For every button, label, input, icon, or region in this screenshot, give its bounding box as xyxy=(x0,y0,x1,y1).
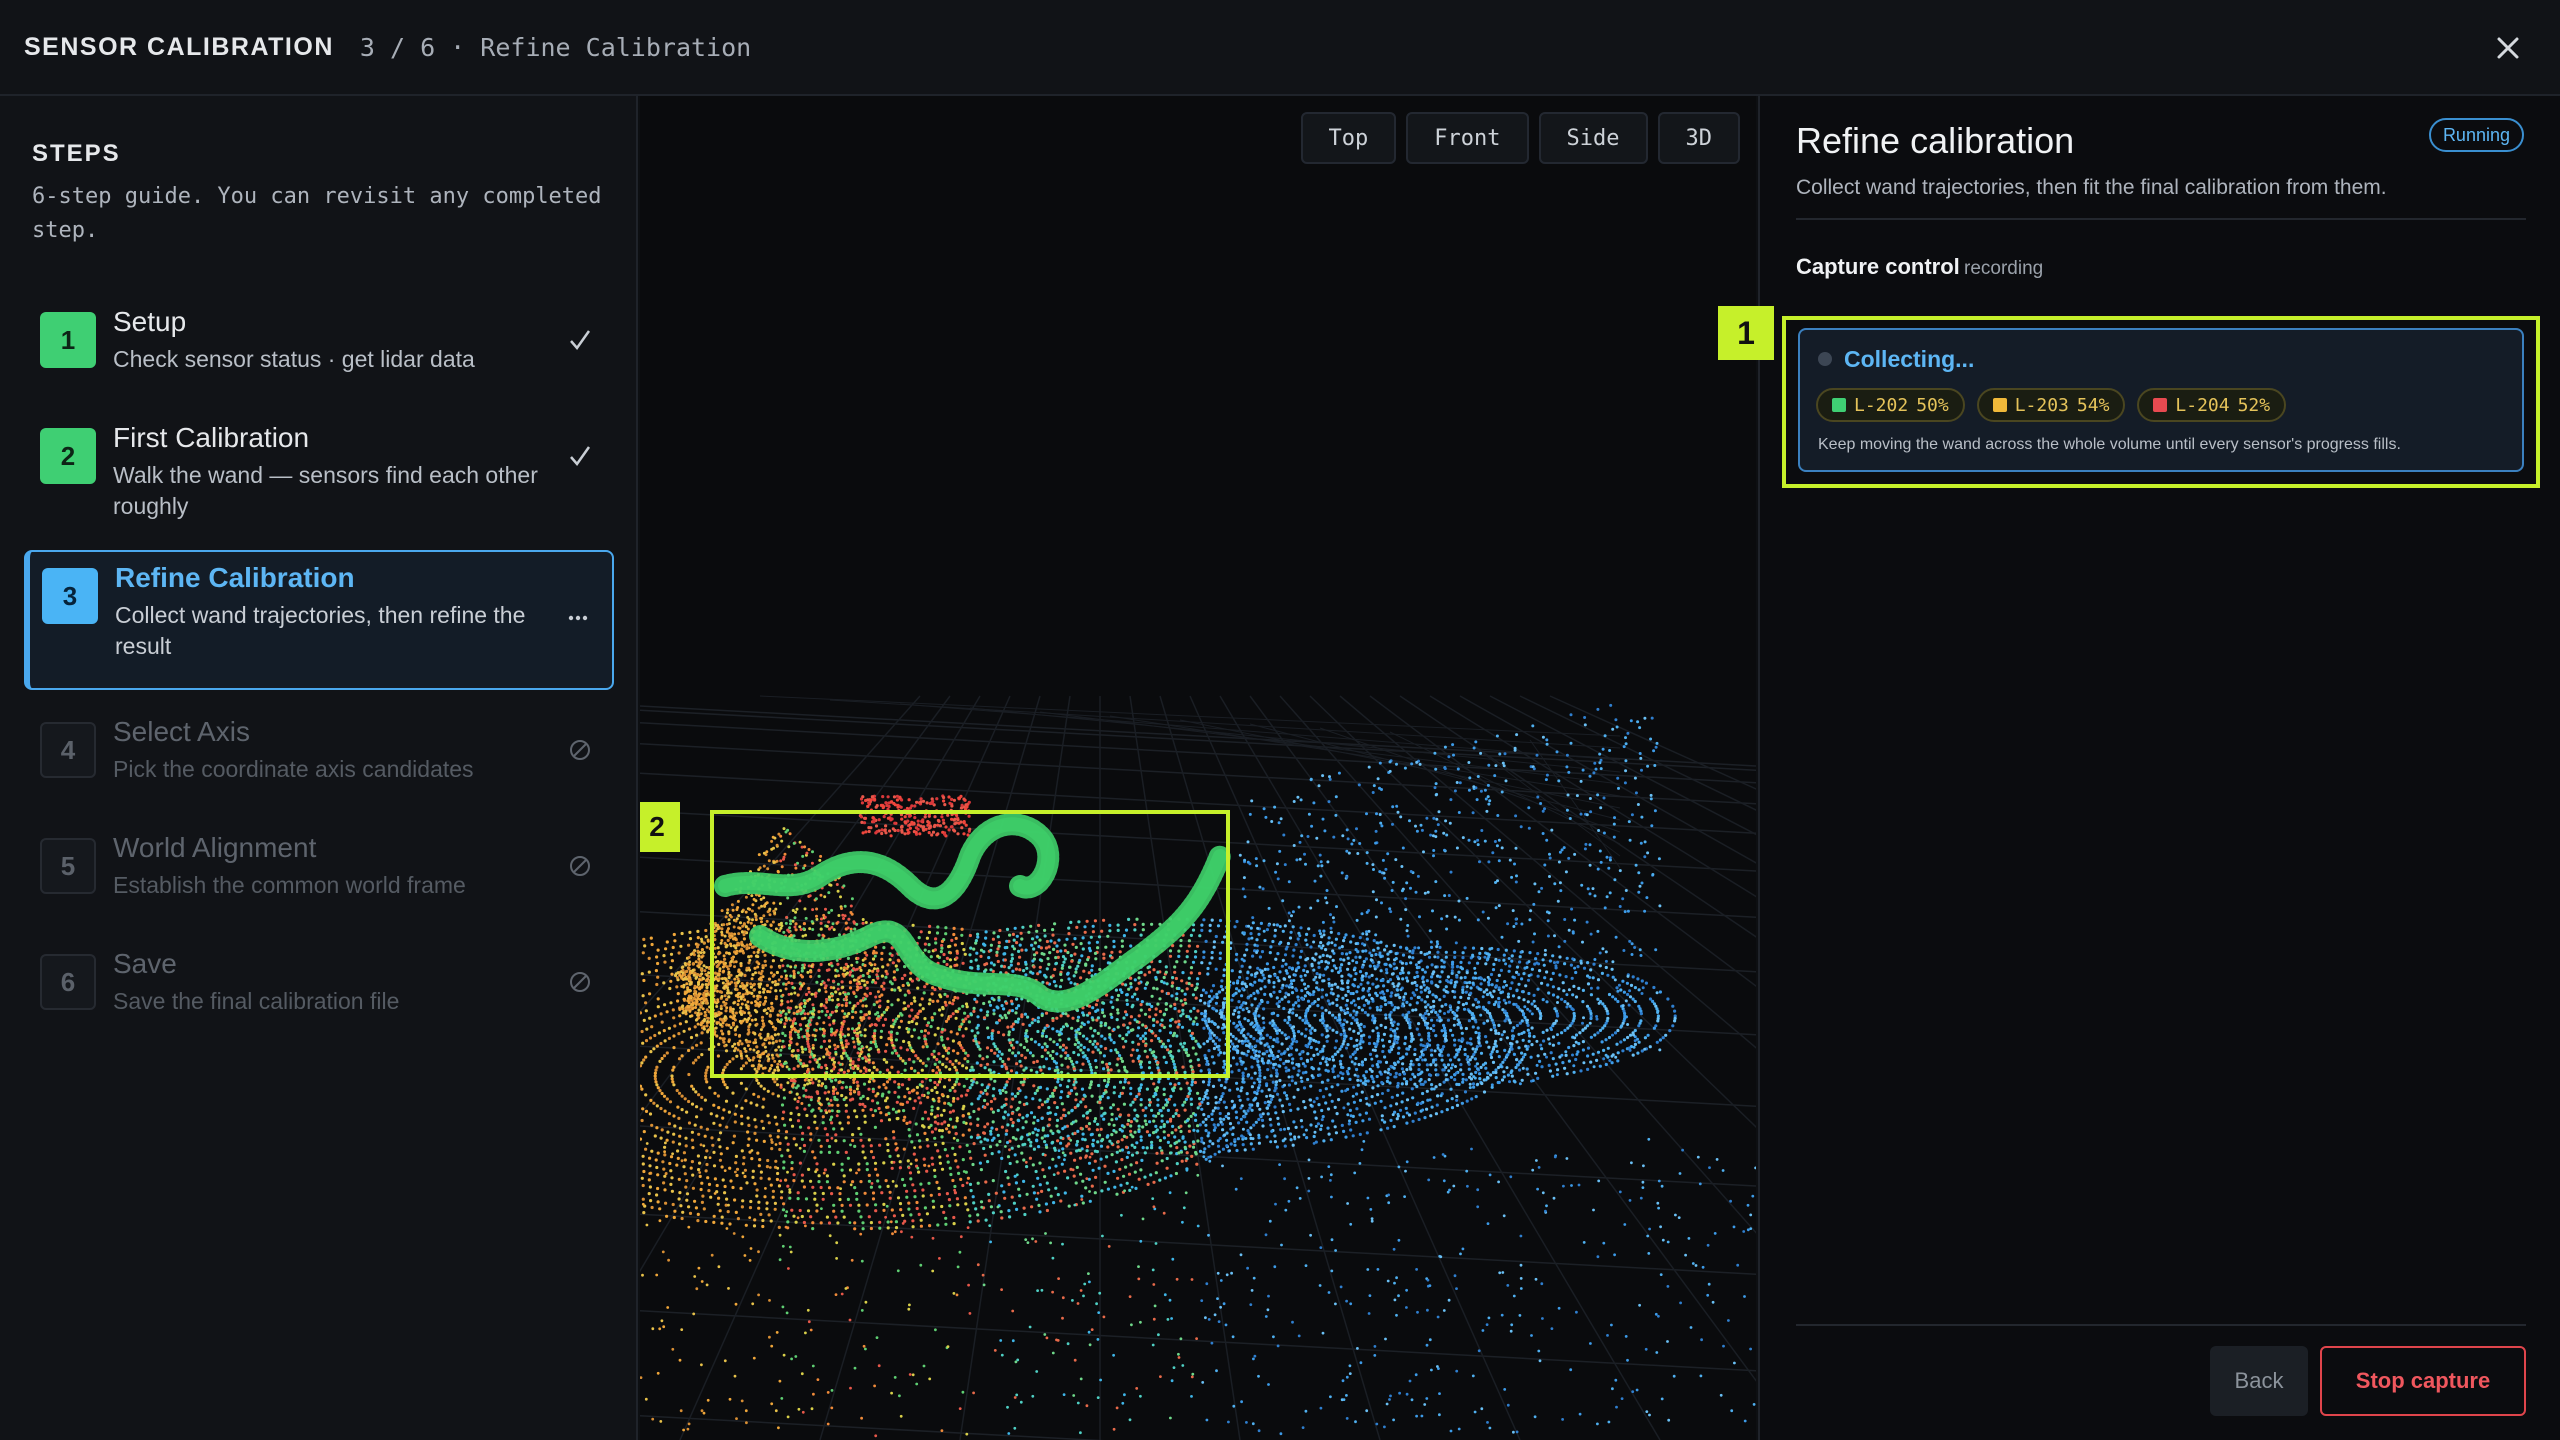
view-tab-top[interactable]: Top xyxy=(1300,112,1397,164)
step-subtitle: Walk the wand — sensors find each other … xyxy=(113,462,538,519)
step-number: 1 xyxy=(40,312,96,368)
view-tabs: Top Front Side 3D xyxy=(1300,112,1740,164)
step-number: 6 xyxy=(40,954,96,1010)
collecting-card: Collecting... L-202 50% L-203 54% L-204 … xyxy=(1798,328,2524,472)
annotation-box-2 xyxy=(710,810,1230,1078)
breadcrumb: 3 / 6 · Refine Calibration xyxy=(359,32,752,62)
capture-state: recording xyxy=(1964,258,2044,279)
blocked-icon xyxy=(566,968,594,996)
annotation-label-1: 1 xyxy=(1718,306,1774,360)
back-button[interactable]: Back xyxy=(2210,1346,2308,1416)
step-title: Setup xyxy=(113,306,187,337)
collecting-note: Keep moving the wand across the whole vo… xyxy=(1818,436,2401,453)
point-cloud-viewport[interactable]: Top Front Side 3D 2 xyxy=(640,96,1756,1440)
step-detail-panel: Refine calibration Running Collect wand … xyxy=(1718,96,2560,1440)
step-title: Select Axis xyxy=(113,716,250,747)
step-first-calibration[interactable]: 2 First Calibration Walk the wand — sens… xyxy=(24,412,614,532)
step-number: 4 xyxy=(40,722,96,778)
step-title: Refine Calibration xyxy=(115,562,355,593)
sensor-progress: 52% xyxy=(2237,394,2271,416)
step-save: 6 Save Save the final calibration file xyxy=(24,938,614,1038)
step-select-axis: 4 Select Axis Pick the coordinate axis c… xyxy=(24,706,614,806)
sensor-progress-chips: L-202 50% L-203 54% L-204 52% xyxy=(1816,388,2287,422)
capture-control-title: Capture control xyxy=(1796,254,1960,279)
more-dots-icon xyxy=(564,604,592,632)
collecting-title: Collecting... xyxy=(1844,346,1975,372)
step-world-alignment: 5 World Alignment Establish the common w… xyxy=(24,822,614,922)
step-title: Save xyxy=(113,948,177,979)
sensor-color-icon xyxy=(1832,398,1846,412)
steps-heading: STEPS xyxy=(32,140,121,167)
sensor-id: L-203 xyxy=(2014,394,2069,416)
checkmark-icon xyxy=(566,442,594,470)
step-subtitle: Collect wand trajectories, then refine t… xyxy=(115,602,526,659)
annotation-label-2: 2 xyxy=(640,802,680,852)
sensor-progress: 50% xyxy=(1916,394,1949,416)
view-tab-side[interactable]: Side xyxy=(1538,112,1648,164)
blocked-icon xyxy=(566,736,594,764)
step-subtitle: Establish the common world frame xyxy=(113,872,466,898)
sensor-id: L-204 xyxy=(2175,394,2230,416)
sensor-chip-l203: L-203 54% xyxy=(1976,388,2126,422)
sensor-color-icon xyxy=(1992,398,2007,412)
step-refine-calibration[interactable]: 3 Refine Calibration Collect wand trajec… xyxy=(24,550,614,690)
stop-capture-button[interactable]: Stop capture xyxy=(2320,1346,2526,1416)
point-cloud-canvas xyxy=(640,695,1756,1440)
step-subtitle: Check sensor status · get lidar data xyxy=(113,346,475,372)
checkmark-icon xyxy=(566,326,594,354)
footer-divider xyxy=(1796,1324,2526,1326)
step-number: 5 xyxy=(40,838,96,894)
app-header: SENSOR CALIBRATION 3 / 6 · Refine Calibr… xyxy=(0,0,2560,96)
step-number: 2 xyxy=(40,428,96,484)
sensor-chip-l204: L-204 52% xyxy=(2137,388,2287,422)
step-subtitle: Save the final calibration file xyxy=(113,988,400,1014)
panel-description: Collect wand trajectories, then fit the … xyxy=(1796,176,2387,199)
view-tab-front[interactable]: Front xyxy=(1406,112,1529,164)
close-icon[interactable] xyxy=(2490,30,2526,66)
sensor-progress: 54% xyxy=(2076,394,2110,416)
view-tab-3d[interactable]: 3D xyxy=(1657,112,1740,164)
blocked-icon xyxy=(566,852,594,880)
sensor-id: L-202 xyxy=(1854,394,1909,416)
divider xyxy=(1796,218,2526,220)
sensor-chip-l202: L-202 50% xyxy=(1816,388,1965,422)
status-badge: Running xyxy=(2428,118,2524,152)
step-title: World Alignment xyxy=(113,832,317,863)
step-subtitle: Pick the coordinate axis candidates xyxy=(113,756,474,782)
status-dot-icon xyxy=(1818,352,1832,366)
panel-title: Refine calibration xyxy=(1796,120,2075,161)
step-setup[interactable]: 1 Setup Check sensor status · get lidar … xyxy=(24,296,614,396)
app-title: SENSOR CALIBRATION xyxy=(24,32,334,61)
sensor-color-icon xyxy=(2153,398,2168,412)
steps-sidebar: STEPS 6-step guide. You can revisit any … xyxy=(0,96,638,1440)
steps-description: 6-step guide. You can revisit any comple… xyxy=(32,184,602,243)
step-number: 3 xyxy=(42,568,98,624)
step-title: First Calibration xyxy=(113,422,310,453)
